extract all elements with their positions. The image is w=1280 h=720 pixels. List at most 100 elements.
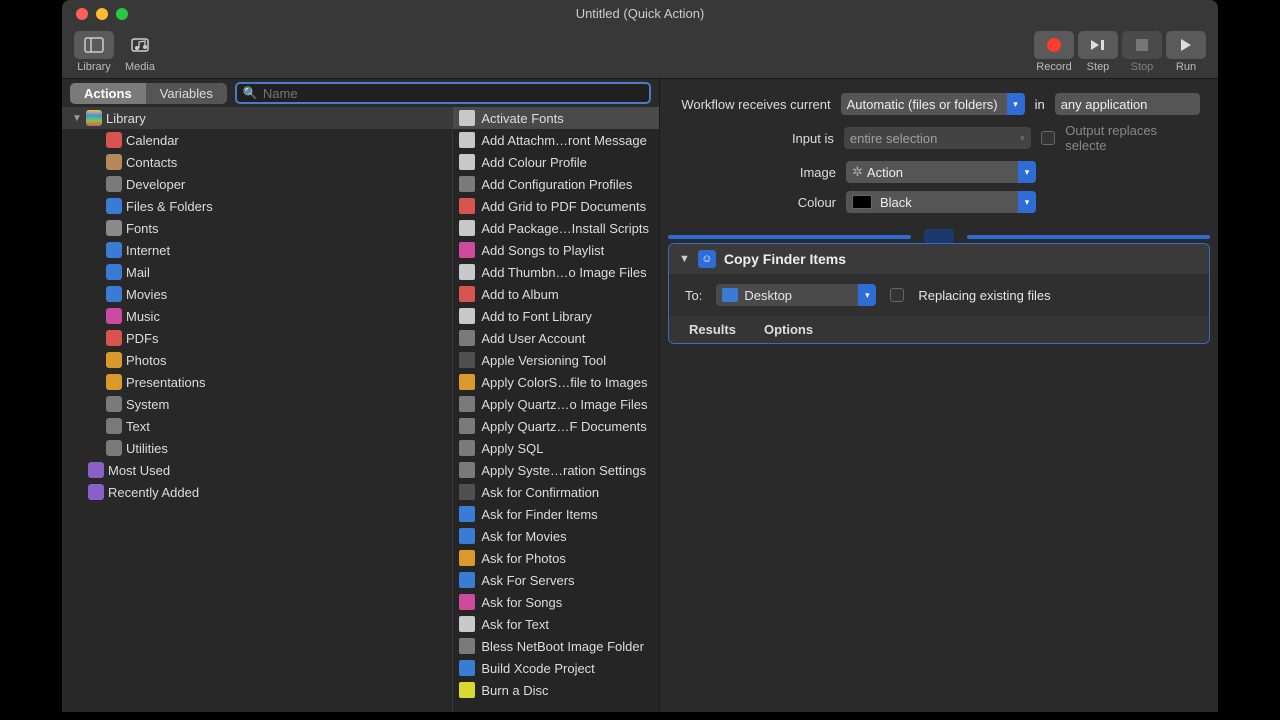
action-row[interactable]: Add Configuration Profiles bbox=[453, 173, 659, 195]
action-row[interactable]: Burn a Disc bbox=[453, 679, 659, 701]
image-select[interactable]: ✲ Action▾ bbox=[846, 161, 1036, 183]
action-row[interactable]: Apply SQL bbox=[453, 437, 659, 459]
app-select[interactable]: any application bbox=[1055, 93, 1200, 115]
window-title: Untitled (Quick Action) bbox=[62, 6, 1218, 21]
tree-recent[interactable]: Recently Added bbox=[62, 481, 452, 503]
record-icon bbox=[1047, 38, 1061, 52]
output-replaces-label: Output replaces selecte bbox=[1065, 123, 1200, 153]
action-row[interactable]: Build Xcode Project bbox=[453, 657, 659, 679]
disclosure-icon[interactable]: ▼ bbox=[679, 253, 690, 265]
library-mode-segment[interactable]: Actions Variables bbox=[70, 83, 227, 104]
media-icon bbox=[131, 37, 149, 53]
chevron-down-icon: ▾ bbox=[1018, 161, 1036, 183]
tree-cat[interactable]: Mail bbox=[62, 261, 452, 283]
library-label: Library bbox=[77, 61, 111, 73]
chevron-down-icon: ▾ bbox=[1018, 191, 1036, 213]
chevron-down-icon: ▾ bbox=[1007, 93, 1025, 115]
search-input[interactable] bbox=[235, 82, 651, 104]
colour-select[interactable]: Black▾ bbox=[846, 191, 1036, 213]
action-row[interactable]: Ask for Text bbox=[453, 613, 659, 635]
tree-cat[interactable]: PDFs bbox=[62, 327, 452, 349]
input-is-label: Input is bbox=[678, 131, 834, 146]
replace-checkbox[interactable] bbox=[890, 288, 904, 302]
media-label: Media bbox=[125, 61, 155, 73]
search-icon: 🔍 bbox=[243, 86, 258, 100]
action-copy-finder-items[interactable]: ▼ ☺ Copy Finder Items To: Desktop ▾ Repl… bbox=[668, 243, 1210, 344]
tree-cat[interactable]: Calendar bbox=[62, 129, 452, 151]
toolbar: Library Media Record Step bbox=[62, 27, 1218, 79]
action-row[interactable]: Apple Versioning Tool bbox=[453, 349, 659, 371]
action-row[interactable]: Apply Syste…ration Settings bbox=[453, 459, 659, 481]
colour-label: Colour bbox=[678, 195, 836, 210]
action-row[interactable]: Apply ColorS…file to Images bbox=[453, 371, 659, 393]
library-icon bbox=[84, 37, 104, 53]
media-button[interactable] bbox=[120, 31, 160, 59]
action-list[interactable]: Activate FontsAdd Attachm…ront MessageAd… bbox=[453, 107, 659, 712]
step-button[interactable] bbox=[1078, 31, 1118, 59]
action-row[interactable]: Ask for Photos bbox=[453, 547, 659, 569]
close-icon[interactable] bbox=[76, 8, 88, 20]
destination-select[interactable]: Desktop ▾ bbox=[716, 284, 876, 306]
run-button[interactable] bbox=[1166, 31, 1206, 59]
action-row[interactable]: Add Colour Profile bbox=[453, 151, 659, 173]
action-row[interactable]: Add Thumbn…o Image Files bbox=[453, 261, 659, 283]
action-row[interactable]: Ask for Finder Items bbox=[453, 503, 659, 525]
gear-icon: ✲ bbox=[852, 164, 863, 180]
receives-label: Workflow receives current bbox=[678, 97, 831, 112]
tree-cat[interactable]: Text bbox=[62, 415, 452, 437]
maximize-icon[interactable] bbox=[116, 8, 128, 20]
action-row[interactable]: Apply Quartz…o Image Files bbox=[453, 393, 659, 415]
tree-cat[interactable]: Photos bbox=[62, 349, 452, 371]
tab-results[interactable]: Results bbox=[689, 322, 736, 337]
action-row[interactable]: Apply Quartz…F Documents bbox=[453, 415, 659, 437]
action-row[interactable]: Ask for Songs bbox=[453, 591, 659, 613]
tab-variables[interactable]: Variables bbox=[146, 83, 227, 104]
action-row[interactable]: Add Songs to Playlist bbox=[453, 239, 659, 261]
action-row[interactable]: Add to Album bbox=[453, 283, 659, 305]
stop-label: Stop bbox=[1131, 61, 1154, 73]
step-label: Step bbox=[1087, 61, 1110, 73]
tree-cat[interactable]: Fonts bbox=[62, 217, 452, 239]
action-row[interactable]: Ask for Confirmation bbox=[453, 481, 659, 503]
output-replaces-checkbox[interactable] bbox=[1041, 131, 1055, 145]
tree-root[interactable]: ▼Library bbox=[62, 107, 452, 129]
tree-cat[interactable]: Internet bbox=[62, 239, 452, 261]
colour-swatch bbox=[852, 195, 872, 209]
action-row[interactable]: Add Attachm…ront Message bbox=[453, 129, 659, 151]
action-row[interactable]: Activate Fonts bbox=[453, 107, 659, 129]
category-tree[interactable]: ▼LibraryCalendarContactsDeveloperFiles &… bbox=[62, 107, 453, 712]
tree-cat[interactable]: Contacts bbox=[62, 151, 452, 173]
action-row[interactable]: Add User Account bbox=[453, 327, 659, 349]
action-row[interactable]: Ask for Movies bbox=[453, 525, 659, 547]
tree-cat[interactable]: Movies bbox=[62, 283, 452, 305]
receives-select[interactable]: Automatic (files or folders)▾ bbox=[841, 93, 1025, 115]
tab-actions[interactable]: Actions bbox=[70, 83, 146, 104]
stop-icon bbox=[1135, 38, 1149, 52]
titlebar: Untitled (Quick Action) bbox=[62, 0, 1218, 27]
in-label: in bbox=[1035, 97, 1045, 112]
action-row[interactable]: Add to Font Library bbox=[453, 305, 659, 327]
chevron-down-icon: ▾ bbox=[1013, 127, 1031, 149]
library-button[interactable] bbox=[74, 31, 114, 59]
tree-cat[interactable]: Presentations bbox=[62, 371, 452, 393]
tree-cat[interactable]: Utilities bbox=[62, 437, 452, 459]
action-row[interactable]: Add Grid to PDF Documents bbox=[453, 195, 659, 217]
action-row[interactable]: Ask For Servers bbox=[453, 569, 659, 591]
action-row[interactable]: Add Package…Install Scripts bbox=[453, 217, 659, 239]
tree-cat[interactable]: Music bbox=[62, 305, 452, 327]
finder-icon: ☺ bbox=[698, 250, 716, 268]
tree-cat[interactable]: Files & Folders bbox=[62, 195, 452, 217]
workflow-config: Workflow receives current Automatic (fil… bbox=[660, 79, 1218, 223]
tree-most-used[interactable]: Most Used bbox=[62, 459, 452, 481]
action-row[interactable]: Bless NetBoot Image Folder bbox=[453, 635, 659, 657]
record-label: Record bbox=[1036, 61, 1071, 73]
tree-cat[interactable]: Developer bbox=[62, 173, 452, 195]
automator-window: Untitled (Quick Action) Library Media Re… bbox=[62, 0, 1218, 712]
tree-cat[interactable]: System bbox=[62, 393, 452, 415]
record-button[interactable] bbox=[1034, 31, 1074, 59]
run-label: Run bbox=[1176, 61, 1196, 73]
minimize-icon[interactable] bbox=[96, 8, 108, 20]
tab-options[interactable]: Options bbox=[764, 322, 813, 337]
input-select[interactable]: entire selection▾ bbox=[844, 127, 1032, 149]
stop-button[interactable] bbox=[1122, 31, 1162, 59]
